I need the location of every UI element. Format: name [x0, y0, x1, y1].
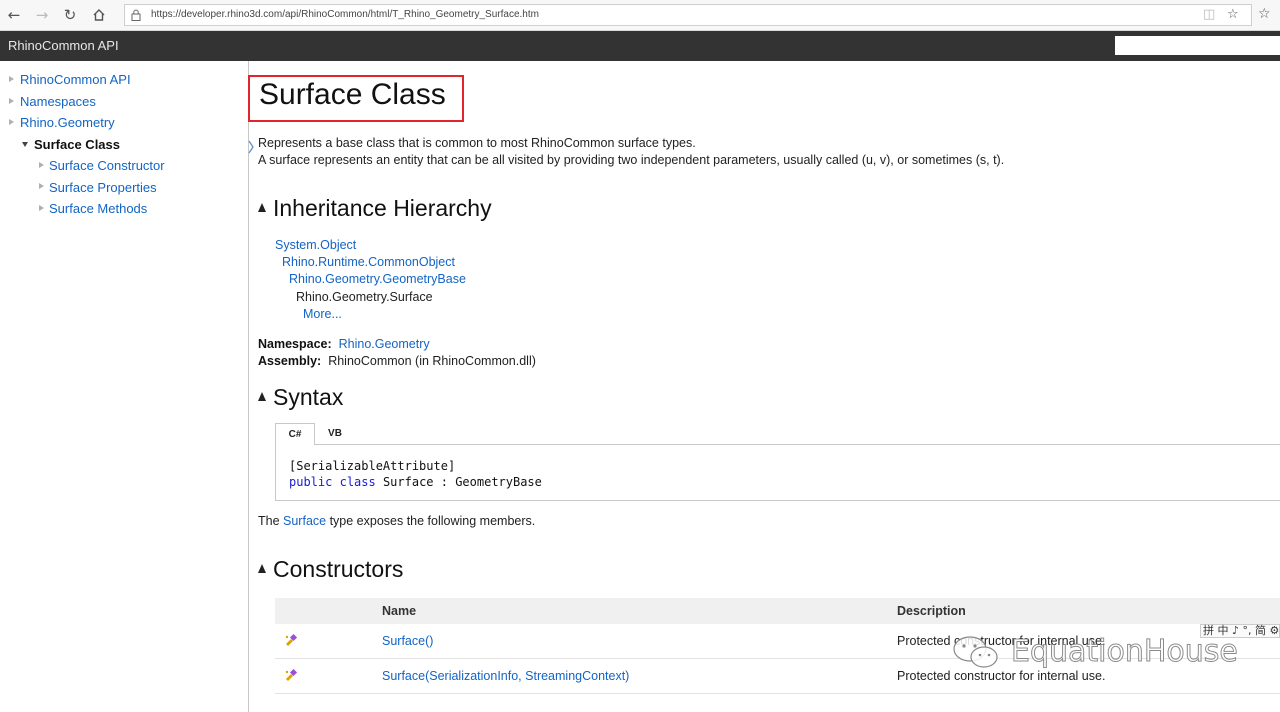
namespace-link[interactable]: Rhino.Geometry: [339, 337, 430, 351]
tab-csharp[interactable]: C#: [275, 423, 315, 445]
collapse-icon[interactable]: [22, 142, 28, 147]
expand-icon[interactable]: [39, 183, 44, 189]
expand-icon[interactable]: [9, 98, 14, 104]
protected-method-icon: [285, 633, 298, 646]
syntax-code-box: [SerializableAttribute] public class Sur…: [275, 423, 1280, 501]
surface-type-link[interactable]: Surface: [283, 514, 326, 528]
sidebar: RhinoCommon API Namespaces Rhino.Geometr…: [0, 61, 249, 712]
arrow-left-icon[interactable]: ←: [5, 6, 23, 24]
section-collapse-icon[interactable]: [258, 203, 266, 213]
column-header-description: Description: [897, 604, 966, 618]
sidebar-item-surface-methods[interactable]: Surface Methods: [49, 201, 147, 216]
site-header: RhinoCommon API: [0, 31, 1280, 61]
watermark-text: EquationHouse: [1011, 634, 1239, 670]
site-title[interactable]: RhinoCommon API: [8, 38, 119, 53]
sidebar-item-surface-constructor[interactable]: Surface Constructor: [49, 158, 165, 173]
code-line: public class Surface : GeometryBase: [289, 475, 542, 489]
lock-icon: [131, 9, 141, 21]
hierarchy-current: Rhino.Geometry.Surface: [296, 290, 433, 304]
favorite-star-icon[interactable]: ☆: [1227, 7, 1239, 22]
hierarchy-link[interactable]: Rhino.Runtime.CommonObject: [282, 255, 455, 269]
arrow-right-icon[interactable]: →: [33, 6, 51, 24]
code-body: [SerializableAttribute] public class Sur…: [275, 444, 1280, 501]
namespace-label: Namespace:: [258, 337, 332, 351]
watermark: EquationHouse: [948, 632, 1248, 676]
namespace-row: Namespace: Rhino.Geometry: [258, 337, 430, 351]
sidebar-item-surface-properties[interactable]: Surface Properties: [49, 180, 157, 195]
column-header-name: Name: [382, 604, 417, 618]
sidebar-item-rhino-geometry[interactable]: Rhino.Geometry: [20, 115, 115, 130]
constructor-link[interactable]: Surface(SerializationInfo, StreamingCont…: [382, 669, 629, 683]
url-text[interactable]: https://developer.rhino3d.com/api/RhinoC…: [151, 9, 539, 20]
section-heading-constructors[interactable]: Constructors: [258, 556, 403, 583]
hierarchy-more-link[interactable]: More...: [303, 307, 342, 321]
search-input[interactable]: [1115, 36, 1280, 55]
sidebar-item-rhinocommon-api[interactable]: RhinoCommon API: [20, 72, 131, 87]
assembly-label: Assembly:: [258, 354, 322, 368]
reading-view-icon[interactable]: ◫: [1203, 7, 1215, 22]
favorites-icon[interactable]: ☆: [1258, 6, 1271, 22]
refresh-icon[interactable]: ↻: [61, 6, 79, 24]
main-content: Surface Class Represents a base class th…: [248, 61, 1280, 712]
members-intro: The Surface type exposes the following m…: [258, 514, 536, 528]
expand-icon[interactable]: [39, 205, 44, 211]
section-collapse-icon[interactable]: [258, 564, 266, 574]
summary-line: A surface represents an entity that can …: [258, 153, 1005, 167]
address-bar[interactable]: https://developer.rhino3d.com/api/RhinoC…: [124, 4, 1252, 26]
expand-icon[interactable]: [39, 162, 44, 168]
hierarchy-link[interactable]: System.Object: [275, 238, 356, 252]
sidebar-item-namespaces[interactable]: Namespaces: [20, 94, 96, 109]
constructor-link[interactable]: Surface(): [382, 634, 433, 648]
protected-method-icon: [285, 668, 298, 681]
section-heading-syntax[interactable]: Syntax: [258, 384, 343, 411]
section-collapse-icon[interactable]: [258, 392, 266, 402]
page-title: Surface Class: [259, 78, 446, 111]
tab-vb[interactable]: VB: [317, 423, 353, 445]
sidebar-item-surface-class[interactable]: Surface Class: [34, 137, 120, 152]
assembly-value: RhinoCommon (in RhinoCommon.dll): [328, 354, 536, 368]
summary-line: Represents a base class that is common t…: [258, 136, 696, 150]
section-heading-inheritance[interactable]: Inheritance Hierarchy: [258, 195, 492, 222]
wechat-logo-icon: [953, 636, 998, 668]
code-line: [SerializableAttribute]: [289, 459, 456, 473]
assembly-row: Assembly: RhinoCommon (in RhinoCommon.dl…: [258, 354, 536, 368]
hierarchy-link[interactable]: Rhino.Geometry.GeometryBase: [289, 272, 466, 286]
expand-icon[interactable]: [9, 119, 14, 125]
home-icon[interactable]: [90, 6, 108, 24]
expand-icon[interactable]: [9, 76, 14, 82]
table-header: Name Description: [275, 598, 1280, 624]
browser-toolbar: ← → ↻ https://developer.rhino3d.com/api/…: [0, 0, 1280, 31]
